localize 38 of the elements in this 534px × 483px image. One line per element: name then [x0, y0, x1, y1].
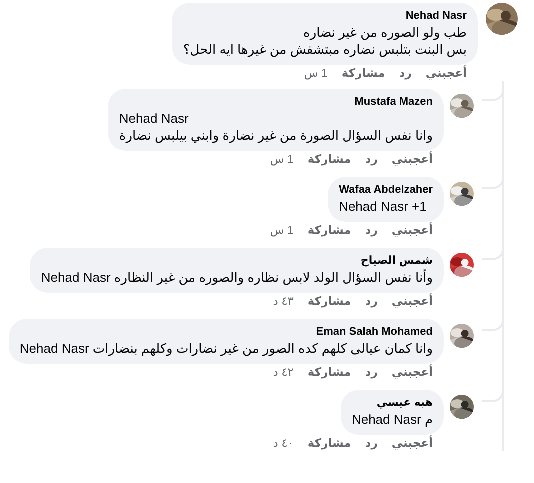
- author-name[interactable]: Mustafa Mazen: [119, 95, 433, 110]
- reply-link[interactable]: رد: [365, 366, 378, 380]
- timestamp[interactable]: ٤٠ د: [273, 437, 294, 451]
- like-link[interactable]: أعجبني: [392, 224, 433, 238]
- timestamp[interactable]: 1 س: [304, 67, 328, 81]
- like-link[interactable]: أعجبني: [392, 437, 433, 451]
- comment-text: وانا كمان عيالى كلهم كده الصور من غير نضارات وكلهم بنضارات Nehad Nasr: [20, 340, 433, 357]
- timestamp[interactable]: ٤٣ د: [273, 295, 294, 309]
- author-name[interactable]: شمس الصياح: [41, 254, 433, 269]
- comment-text: وانا نفس السؤال الصورة من غير نضارة وابني بيلبس نضارة: [119, 127, 433, 144]
- share-link[interactable]: مشاركة: [308, 437, 352, 451]
- share-link[interactable]: مشاركة: [308, 295, 352, 309]
- comment-text: وأنا نفس السؤال الولد لابس نظاره والصوره من غير النظاره Nehad Nasr: [41, 269, 433, 286]
- share-link[interactable]: مشاركة: [308, 153, 352, 167]
- timestamp[interactable]: ٤٢ د: [273, 366, 294, 380]
- timestamp[interactable]: 1 س: [270, 224, 294, 238]
- author-name[interactable]: Wafaa Abdelzaher: [339, 183, 433, 198]
- like-link[interactable]: أعجبني: [392, 366, 433, 380]
- share-link[interactable]: مشاركة: [308, 224, 352, 238]
- author-name[interactable]: Eman Salah Mohamed: [20, 325, 433, 340]
- share-link[interactable]: مشاركة: [342, 67, 386, 81]
- share-link[interactable]: مشاركة: [308, 366, 352, 380]
- author-name[interactable]: هبه عيسي: [352, 396, 433, 411]
- comment-text: Nehad Nasr: [119, 110, 190, 127]
- comment-text: طب ولو الصوره من غير نضاره: [302, 24, 467, 41]
- reply-link[interactable]: رد: [365, 295, 378, 309]
- reply-link[interactable]: رد: [365, 153, 378, 167]
- comment-text: بس البنت بتلبس نضاره مبتشفش من غيرها ايه الحل؟: [183, 41, 467, 58]
- like-link[interactable]: أعجبني: [392, 295, 433, 309]
- author-name[interactable]: Nehad Nasr: [183, 9, 467, 24]
- like-link[interactable]: أعجبني: [392, 153, 433, 167]
- reply-link[interactable]: رد: [399, 67, 412, 81]
- timestamp[interactable]: 1 س: [270, 153, 294, 167]
- comment-text: م Nehad Nasr: [352, 411, 433, 428]
- comment-text: Nehad Nasr +1: [339, 198, 428, 215]
- reply-link[interactable]: رد: [365, 224, 378, 238]
- like-link[interactable]: أعجبني: [426, 67, 467, 81]
- reply-link[interactable]: رد: [365, 437, 378, 451]
